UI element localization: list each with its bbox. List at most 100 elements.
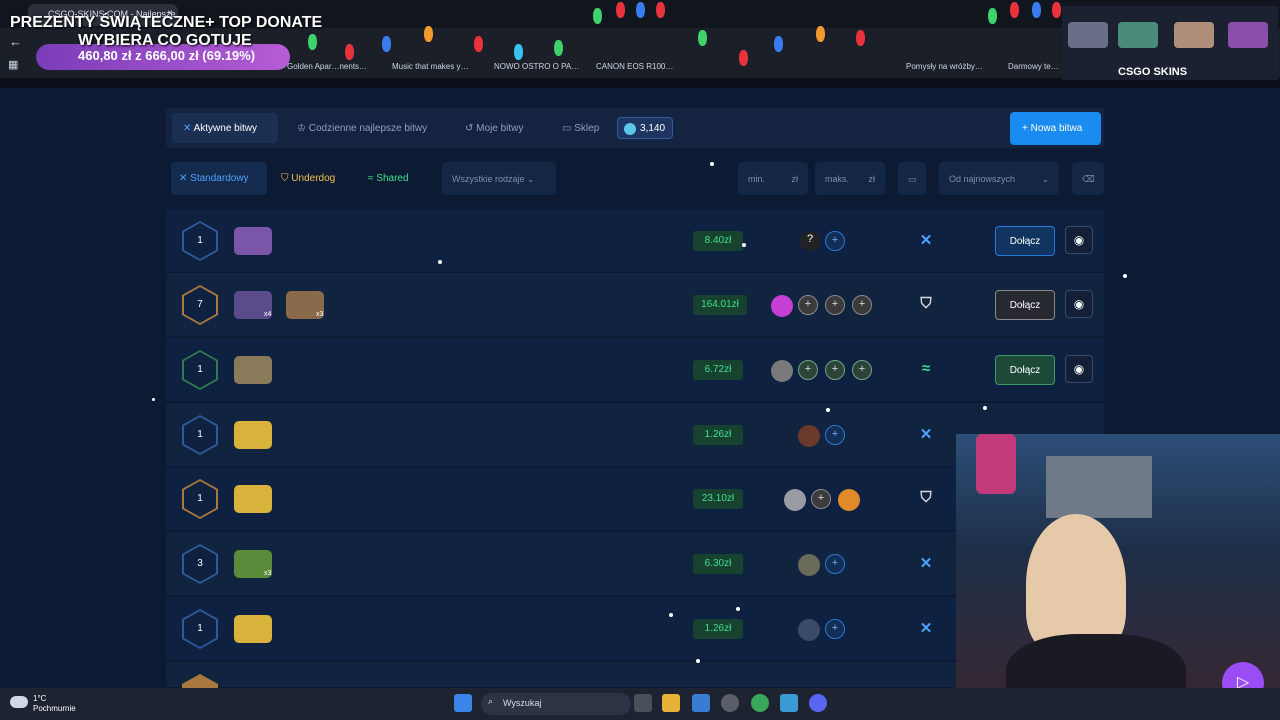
history-icon: ↺ (465, 123, 477, 134)
player-avatar (838, 489, 860, 511)
taskbar-search[interactable]: ⌕ Wyszukaj (481, 693, 631, 715)
view-eye-icon[interactable]: ◉ (1065, 226, 1093, 254)
case-image (234, 421, 272, 449)
donation-amount: 460,80 zł z 666,00 zł (69.19%) (78, 48, 256, 63)
new-battle-label: Nowa bitwa (1030, 123, 1083, 134)
weather-desc: Pochmurnie (33, 704, 76, 713)
max-price-input[interactable]: maks. zł (815, 162, 885, 195)
join-slot-button[interactable]: + (811, 489, 831, 509)
reset-filters-button[interactable]: ⌫ (1072, 162, 1104, 195)
underdog-mode-icon: ⛉ (920, 489, 932, 506)
weather-widget[interactable]: 1°C Pochmurnie (33, 694, 76, 714)
battle-price: 1.26zł (693, 619, 743, 639)
back-icon[interactable]: ← (9, 34, 22, 49)
battle-price: 1.26zł (693, 425, 743, 445)
type-select[interactable]: Wszystkie rodzaje ⌄ (442, 162, 556, 195)
battle-price: 164.01zł (693, 295, 747, 315)
crossed-swords-icon: ✕ (183, 123, 194, 134)
tab-my-battles[interactable]: ↺ Moje bitwy (465, 123, 523, 134)
settings-icon[interactable] (721, 694, 739, 712)
file-explorer-icon[interactable] (662, 694, 680, 712)
player-avatar (771, 295, 793, 317)
sort-select-value: Od najnowszych (949, 174, 1016, 184)
tab-active-battles[interactable]: ✕ Aktywne bitwy (183, 123, 257, 134)
chevron-down-icon: ⌄ (1041, 174, 1049, 184)
case-image (234, 356, 272, 384)
plus-icon: + (1022, 123, 1031, 134)
taskbar-search-label: Wyszukaj (503, 698, 542, 708)
join-button[interactable]: Dołącz (995, 290, 1055, 320)
join-slot-button[interactable]: + (798, 360, 818, 380)
join-slot-button[interactable]: + (825, 295, 845, 315)
filter-underdog[interactable]: ⛉ Underdog (281, 173, 335, 184)
rounds-badge: 1 (182, 609, 218, 649)
case-image (234, 615, 272, 643)
filter-standard-label: Standardowy (190, 173, 249, 184)
rounds-badge: 7 (182, 285, 218, 325)
view-eye-icon[interactable]: ◉ (1065, 290, 1093, 318)
chrome-icon[interactable] (751, 694, 769, 712)
min-price-input[interactable]: min. zł (738, 162, 808, 195)
player-avatar (798, 619, 820, 641)
task-view-icon[interactable] (634, 694, 652, 712)
sort-select[interactable]: Od najnowszych ⌄ (939, 162, 1059, 195)
unknown-player-icon: ? (800, 231, 820, 251)
join-slot-button[interactable]: + (825, 554, 845, 574)
battle-row: 1 6.72zł + + + ≈ Dołącz ◉ (166, 338, 1104, 402)
join-slot-button[interactable]: + (825, 231, 845, 251)
join-slot-button[interactable]: + (852, 295, 872, 315)
battle-price: 8.40zł (693, 231, 743, 251)
player-avatar (771, 360, 793, 382)
shield-icon: ⛉ (281, 173, 292, 184)
chevron-down-icon: ⌄ (527, 174, 535, 184)
join-slot-button[interactable]: + (798, 295, 818, 315)
sponsor-logo: CSGO SKINS (1118, 66, 1188, 78)
notepad-icon[interactable] (780, 694, 798, 712)
filter-standard[interactable]: ✕ Standardowy (179, 173, 249, 184)
standard-mode-icon: ✕ (919, 620, 933, 637)
player-avatar (798, 554, 820, 576)
join-slot-button[interactable]: + (825, 425, 845, 445)
coin-balance-value: 3,140 (640, 123, 666, 134)
filter-shared[interactable]: ≈ Shared (368, 173, 409, 184)
case-multiplier: x4 (264, 311, 272, 318)
standard-mode-icon: ✕ (919, 426, 933, 443)
view-eye-icon[interactable]: ◉ (1065, 355, 1093, 383)
shared-mode-icon: ≈ (921, 360, 931, 377)
browser-chrome: CSGO-SKINS.COM - Najlepsze × ← ▦ Golden … (0, 0, 1280, 88)
rounds-badge: 3 (182, 544, 218, 584)
rounds-badge: 1 (182, 415, 218, 455)
store-icon[interactable] (692, 694, 710, 712)
windows-start-icon[interactable] (454, 694, 472, 712)
standard-mode-icon: ✕ (919, 232, 933, 249)
join-slot-button[interactable]: + (825, 619, 845, 639)
join-slot-button[interactable]: + (852, 360, 872, 380)
case-multiplier: x3 (264, 570, 272, 577)
tab-shop-label: Sklep (574, 123, 600, 134)
join-slot-button[interactable]: + (825, 360, 845, 380)
apps-grid-icon[interactable]: ▦ (8, 58, 18, 71)
crossed-swords-icon: ✕ (179, 173, 191, 184)
battle-row: 1 8.40zł ? + ✕ Dołącz ◉ (166, 209, 1104, 273)
cloud-icon (10, 696, 28, 708)
eraser-icon: ⌫ (1082, 174, 1095, 184)
trophy-icon: ♔ (297, 123, 309, 134)
filter-underdog-label: Underdog (291, 173, 336, 184)
new-battle-button[interactable]: + Nowa bitwa (1010, 112, 1101, 145)
coin-balance[interactable]: 3,140 (617, 117, 673, 139)
tab-mine-label: Moje bitwy (476, 123, 524, 134)
filter-shared-label: Shared (376, 173, 409, 184)
join-button[interactable]: Dołącz (995, 226, 1055, 256)
discord-icon[interactable] (809, 694, 827, 712)
join-button[interactable]: Dołącz (995, 355, 1055, 385)
calendar-icon: ▭ (908, 174, 917, 184)
tab-daily-best[interactable]: ♔ Codzienne najlepsze bitwy (297, 123, 427, 134)
tab-shop[interactable]: ▭ Sklep (562, 123, 599, 134)
battle-price: 6.30zł (693, 554, 743, 574)
coin-icon (624, 123, 636, 135)
christmas-lights-overlay (290, 0, 1070, 80)
calendar-button[interactable]: ▭ (898, 162, 926, 195)
rounds-badge: 1 (182, 221, 218, 261)
battle-row: 7 x4 x3 164.01zł + + + ⛉ Dołącz ◉ (166, 273, 1104, 337)
shop-icon: ▭ (562, 123, 575, 134)
